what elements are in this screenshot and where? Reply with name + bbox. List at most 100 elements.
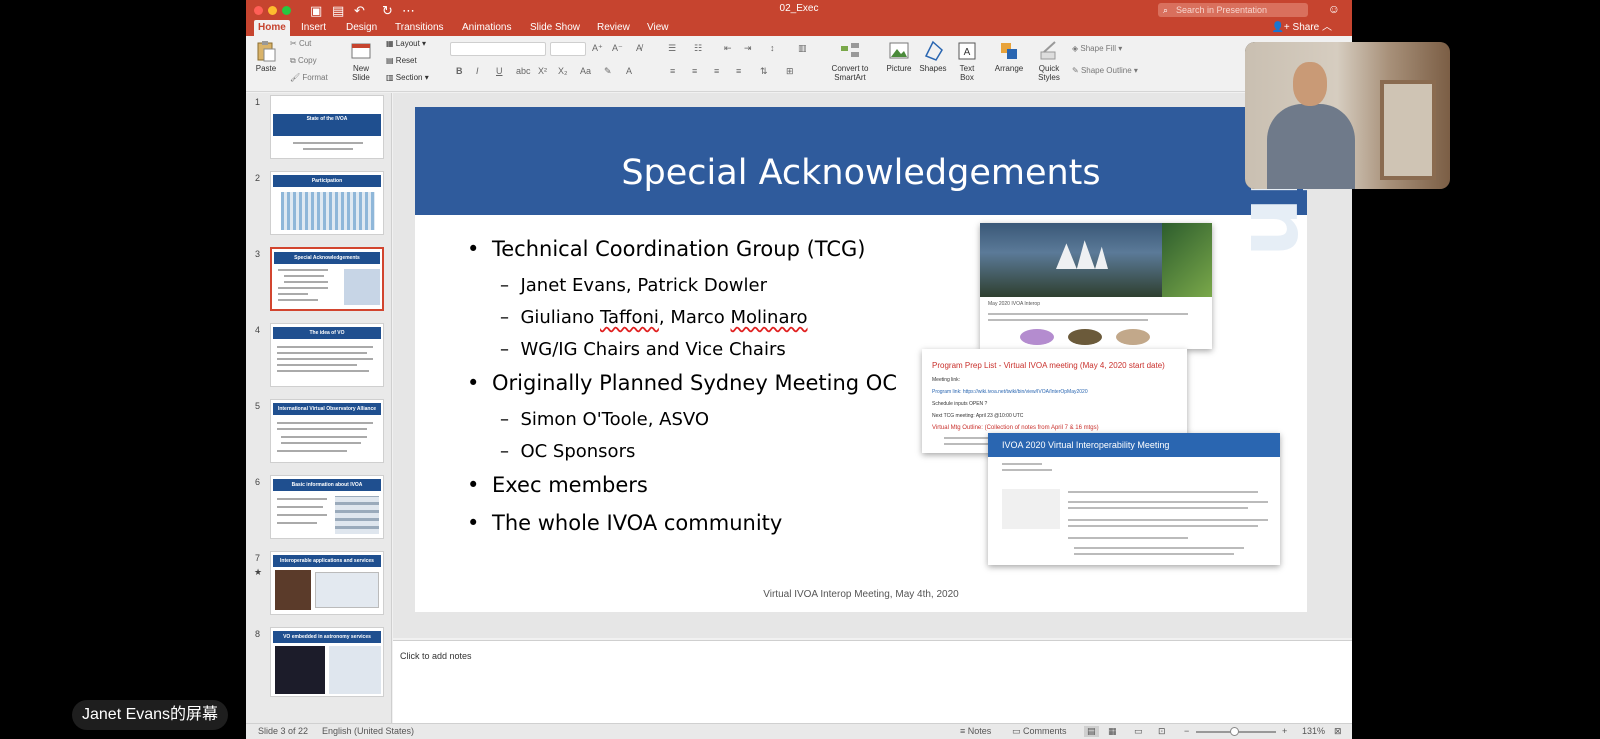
screenshot-line [1068, 525, 1258, 527]
slide-thumbnails-panel[interactable]: 1 State of the IVOA 2 Participation 3 Sp… [246, 93, 392, 723]
align-right-icon[interactable]: ≡ [714, 66, 719, 76]
superscript-icon[interactable]: X² [538, 66, 547, 76]
slide-title[interactable]: Special Acknowledgements [415, 153, 1307, 193]
slide-thumbnail-1[interactable]: State of the IVOA [270, 95, 384, 159]
slide-thumbnail-7[interactable]: Interoperable applications and services [270, 551, 384, 615]
new-slide-button[interactable]: New Slide [346, 40, 376, 82]
columns-icon[interactable]: ▥ [798, 43, 807, 54]
thumbnail-image [344, 269, 380, 305]
clear-formatting-icon[interactable]: A̸ [636, 43, 642, 53]
zoom-out-icon[interactable]: − [1184, 726, 1189, 736]
line-spacing-icon[interactable]: ↕ [770, 43, 775, 53]
sub-bullet[interactable]: – Giuliano Taffoni, Marco Molinaro [500, 307, 808, 328]
language-indicator[interactable]: English (United States) [322, 726, 414, 736]
thumbnail-title: Interoperable applications and services [273, 555, 381, 567]
text-direction-icon[interactable]: ⇅ [760, 66, 768, 77]
picture-icon [889, 42, 909, 59]
zoom-in-icon[interactable]: + [1282, 726, 1287, 736]
shrink-font-icon[interactable]: A⁻ [612, 43, 623, 54]
tab-animations[interactable]: Animations [458, 20, 515, 36]
slide-thumbnail-8[interactable]: VO embedded in astronomy services [270, 627, 384, 697]
sub-bullet-text: Simon O'Toole, ASVO [520, 409, 710, 430]
numbering-icon[interactable]: ☷ [694, 43, 702, 54]
screenshot-interop-meeting[interactable]: IVOA 2020 Virtual Interoperability Meeti… [988, 433, 1280, 565]
format-painter-button[interactable]: 🖌 Format [290, 73, 328, 82]
layout-button[interactable]: ▦ Layout ▾ [386, 39, 426, 48]
strikethrough-icon[interactable]: abc [516, 66, 531, 76]
decrease-indent-icon[interactable]: ⇤ [724, 43, 732, 54]
align-center-icon[interactable]: ≡ [692, 66, 697, 76]
paste-button[interactable]: Paste [252, 40, 280, 73]
section-button[interactable]: ▥ Section ▾ [386, 73, 429, 82]
arrange-button[interactable]: Arrange [992, 40, 1026, 73]
highlight-icon[interactable]: ✎ [604, 66, 612, 77]
search-input[interactable]: ⌕ Search in Presentation [1158, 3, 1308, 17]
smartart-icon [841, 43, 859, 57]
slide-thumbnail-4[interactable]: The idea of VO [270, 323, 384, 387]
text-box-icon: A [958, 42, 976, 60]
tab-design[interactable]: Design [342, 20, 381, 36]
align-text-icon[interactable]: ⊞ [786, 66, 794, 77]
tab-insert[interactable]: Insert [297, 20, 330, 36]
shape-outline-label: Shape Outline [1080, 66, 1132, 75]
cut-button[interactable]: ✂ Cut [290, 39, 311, 48]
zoom-slider-handle[interactable] [1230, 727, 1239, 736]
sub-bullet[interactable]: – Janet Evans, Patrick Dowler [500, 275, 767, 296]
change-case-icon[interactable]: Aa [580, 66, 591, 76]
subscript-icon[interactable]: X₂ [558, 66, 568, 76]
sub-bullet[interactable]: – OC Sponsors [500, 441, 635, 462]
zoom-level[interactable]: 131% [1302, 726, 1325, 736]
convert-to-smartart-button[interactable]: Convert to SmartArt [826, 40, 874, 82]
current-slide[interactable]: Special Acknowledgements Chin •Technical… [415, 107, 1307, 612]
normal-view-icon[interactable]: ▤ [1084, 726, 1099, 737]
align-left-icon[interactable]: ≡ [670, 66, 675, 76]
tab-slide-show[interactable]: Slide Show [526, 20, 584, 36]
fit-to-window-icon[interactable]: ⊠ [1334, 726, 1342, 737]
screenshot-ivoa-website[interactable]: May 2020 IVOA Interop [980, 223, 1212, 349]
font-color-icon[interactable]: A [626, 66, 632, 76]
paint-bucket-icon: ◈ [1072, 44, 1079, 53]
slide-thumbnail-6[interactable]: Basic information about IVOA [270, 475, 384, 539]
copy-button[interactable]: ⧉ Copy [290, 56, 317, 66]
shape-outline-button[interactable]: ✎ Shape Outline ▾ [1072, 66, 1138, 75]
bold-icon[interactable]: B [456, 66, 463, 76]
bookshelf [1380, 80, 1436, 180]
shapes-button[interactable]: Shapes [918, 40, 948, 73]
notes-toggle[interactable]: ≡ Notes [960, 726, 991, 736]
slide-thumbnail-3[interactable]: Special Acknowledgements [270, 247, 384, 311]
bullets-icon[interactable]: ☰ [668, 43, 676, 54]
underline-icon[interactable]: U [496, 66, 503, 76]
tab-review[interactable]: Review [593, 20, 634, 36]
slide-thumbnail-5[interactable]: International Virtual Observatory Allian… [270, 399, 384, 463]
slideshow-icon[interactable]: ⊡ [1158, 726, 1166, 737]
tab-view[interactable]: View [643, 20, 673, 36]
increase-indent-icon[interactable]: ⇥ [744, 43, 752, 54]
feedback-smiley-icon[interactable]: ☺ [1328, 2, 1340, 16]
notes-pane[interactable]: Click to add notes [393, 640, 1352, 723]
shape-fill-button[interactable]: ◈ Shape Fill ▾ [1072, 44, 1122, 53]
justify-icon[interactable]: ≡ [736, 66, 741, 76]
screenshot-line [944, 437, 994, 439]
sub-bullet-text: OC Sponsors [520, 441, 636, 462]
slide-thumbnail-2[interactable]: Participation [270, 171, 384, 235]
share-button[interactable]: 👤+ Share ︿ [1271, 20, 1332, 35]
grow-font-icon[interactable]: A⁺ [592, 43, 603, 54]
font-size-field[interactable] [550, 42, 586, 56]
slide-sorter-icon[interactable]: ▦ [1108, 726, 1117, 737]
font-name-field[interactable] [450, 42, 546, 56]
convert-label-1: Convert to [831, 64, 869, 73]
reset-button[interactable]: ▤ Reset [386, 56, 417, 65]
italic-icon[interactable]: I [476, 66, 479, 76]
picture-button[interactable]: Picture [884, 40, 914, 73]
prep-row: Program link: https://wiki.ivoa.net/twik… [932, 389, 1088, 395]
comments-toggle[interactable]: ▭ Comments [1012, 726, 1067, 737]
screenshot-line [988, 319, 1148, 321]
tab-home[interactable]: Home [254, 20, 290, 36]
slide-editor[interactable]: Special Acknowledgements Chin •Technical… [393, 93, 1352, 638]
text-box-button[interactable]: A Text Box [954, 40, 980, 82]
tab-transitions[interactable]: Transitions [391, 20, 448, 36]
reading-view-icon[interactable]: ▭ [1134, 726, 1143, 737]
sub-bullet[interactable]: – WG/IG Chairs and Vice Chairs [500, 339, 786, 360]
sub-bullet[interactable]: – Simon O'Toole, ASVO [500, 409, 709, 430]
quick-styles-button[interactable]: Quick Styles [1034, 40, 1064, 82]
